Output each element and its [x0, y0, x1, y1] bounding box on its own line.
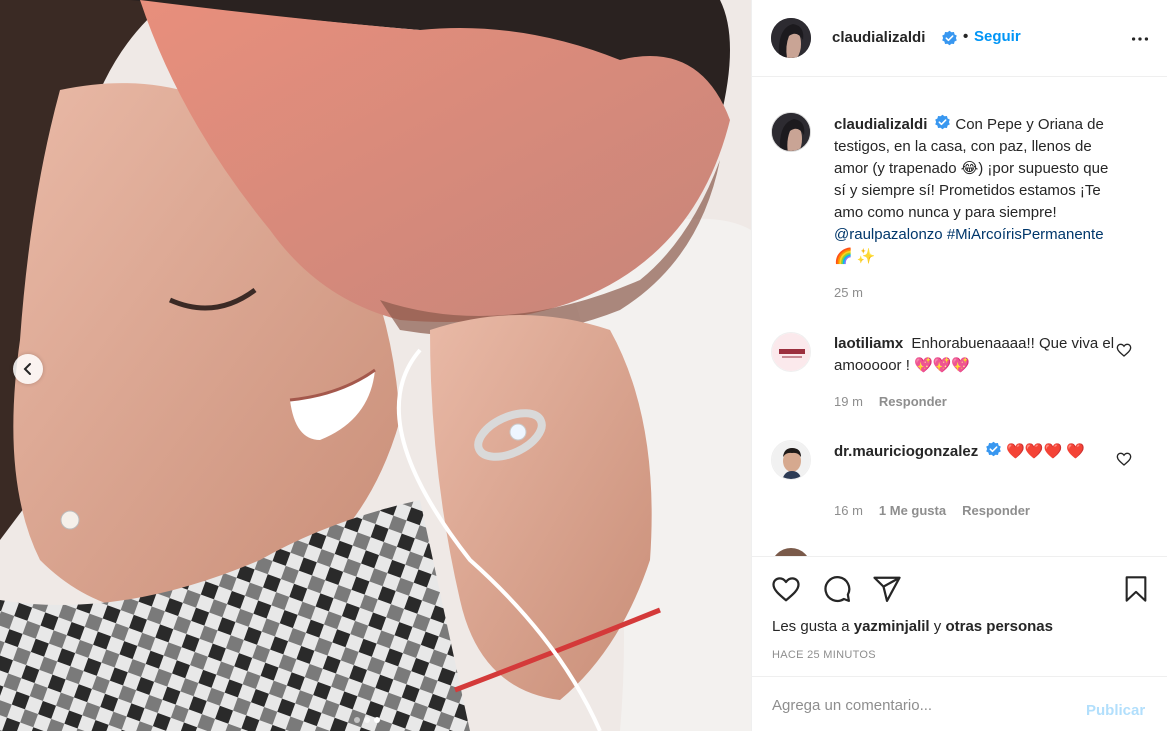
comment-text-block: dr.mauriciogonzalez ❤️❤️❤️ ❤️: [834, 441, 1124, 463]
post-timestamp[interactable]: HACE 25 MINUTOS: [772, 649, 876, 661]
add-comment-bar: Publicar: [752, 676, 1167, 731]
instagram-post: claudializaldi • Seguir claudializaldi C…: [0, 0, 1167, 731]
comment-text: ❤️❤️❤️ ❤️: [1006, 443, 1086, 460]
caption-emojis: 🌈 ✨: [834, 248, 876, 265]
comment-username[interactable]: laotiliamx: [834, 335, 903, 352]
publish-button[interactable]: Publicar: [1086, 702, 1145, 719]
carousel-dot: [364, 717, 370, 723]
author-avatar[interactable]: [771, 18, 811, 58]
verified-badge-icon: [935, 114, 951, 130]
comment-input[interactable]: [772, 691, 1072, 719]
caption-meta: 25 m: [834, 285, 863, 300]
caption-username[interactable]: claudializaldi: [834, 116, 927, 133]
comment-likes-count[interactable]: 1 Me gusta: [879, 503, 946, 518]
caption-mention-link[interactable]: @raulpazalonzo: [834, 226, 943, 243]
comment-text-block: laotiliamx Enhorabuenaaaa!! Que viva el …: [834, 333, 1124, 377]
verified-badge-icon: [942, 30, 957, 46]
likes-summary: Les gusta a yazminjalil y otras personas: [772, 618, 1053, 635]
likes-user-link[interactable]: yazminjalil: [854, 618, 930, 635]
avatar-image: [772, 113, 810, 151]
comment-meta: 19 m Responder: [834, 394, 947, 409]
comment-bubble-icon[interactable]: [822, 574, 852, 604]
comments-list[interactable]: claudializaldi Con Pepe y Oriana de testi…: [752, 78, 1167, 556]
comment-time[interactable]: 16 m: [834, 503, 863, 518]
comment-username[interactable]: dr.mauriciogonzalez: [834, 443, 978, 460]
save-bookmark-icon[interactable]: [1122, 574, 1150, 604]
post-header: claudializaldi • Seguir: [752, 0, 1167, 77]
carousel-indicator: [354, 717, 380, 723]
post-photo[interactable]: [0, 0, 751, 731]
carousel-dot: [354, 717, 360, 723]
carousel-dot-active: [374, 717, 380, 723]
author-username[interactable]: claudializaldi: [832, 29, 925, 46]
comment-like-heart-icon[interactable]: [1116, 451, 1132, 467]
avatar-image: [772, 333, 810, 371]
follow-button[interactable]: Seguir: [974, 28, 1021, 45]
commenter-avatar[interactable]: [771, 332, 811, 372]
post-actions: Les gusta a yazminjalil y otras personas…: [752, 556, 1167, 676]
likes-prefix: Les gusta a: [772, 618, 850, 635]
more-horizontal-icon[interactable]: [1129, 28, 1151, 50]
reply-button[interactable]: Responder: [879, 394, 947, 409]
caption-time[interactable]: 25 m: [834, 285, 863, 300]
like-heart-icon[interactable]: [771, 574, 801, 604]
caption-avatar[interactable]: [771, 112, 811, 152]
caption-hashtag-link[interactable]: #MiArcoírisPermanente: [947, 226, 1104, 243]
reply-button[interactable]: Responder: [962, 503, 1030, 518]
post-side-panel: claudializaldi • Seguir claudializaldi C…: [751, 0, 1167, 731]
likes-others-link[interactable]: otras personas: [945, 618, 1053, 635]
comment-meta: 16 m 1 Me gusta Responder: [834, 503, 1030, 518]
chevron-left-icon: [23, 363, 31, 375]
commenter-avatar-partial[interactable]: [771, 548, 811, 556]
likes-and: y: [933, 618, 942, 635]
avatar-image: [772, 441, 810, 479]
carousel-previous-button[interactable]: [13, 354, 43, 384]
comment-like-heart-icon[interactable]: [1116, 342, 1132, 358]
header-separator: •: [963, 28, 969, 45]
verified-badge-icon: [986, 441, 1001, 457]
caption-text-block: claudializaldi Con Pepe y Oriana de testi…: [834, 114, 1124, 268]
avatar-image: [771, 18, 811, 58]
commenter-avatar[interactable]: [771, 440, 811, 480]
share-send-icon[interactable]: [872, 574, 902, 604]
photo-image: [0, 0, 751, 731]
comment-time[interactable]: 19 m: [834, 394, 863, 409]
